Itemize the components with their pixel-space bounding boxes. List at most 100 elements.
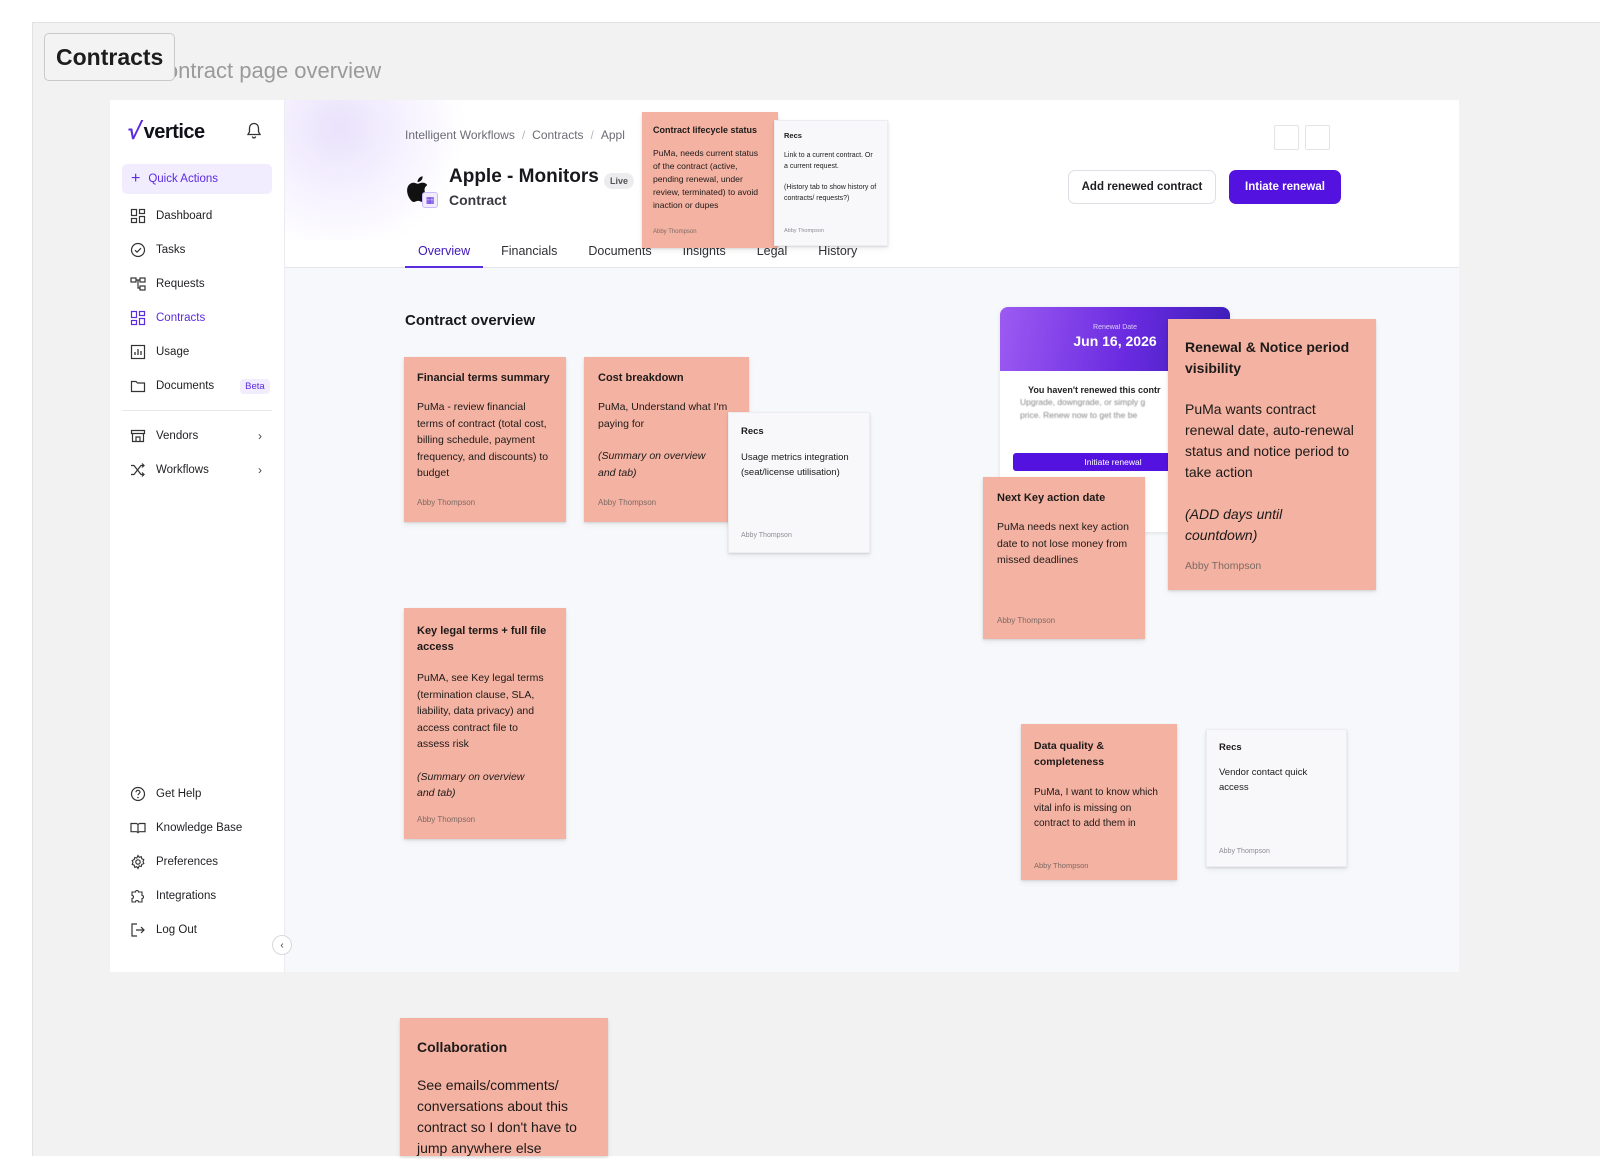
sticky-author: Abby Thompson bbox=[417, 498, 476, 507]
chevron-right-icon: › bbox=[258, 429, 262, 443]
status-badge: Live bbox=[604, 173, 635, 189]
sticky-note-data-quality[interactable]: Data quality & completeness PuMa, I want… bbox=[1021, 724, 1177, 880]
breadcrumb-separator: / bbox=[590, 128, 594, 142]
tab-financials[interactable]: Financials bbox=[488, 236, 570, 268]
sticky-note-lifecycle[interactable]: Contract lifecycle status PuMa, needs cu… bbox=[642, 112, 778, 248]
sidebar-item-workflows[interactable]: Workflows › bbox=[122, 456, 272, 484]
sticky-body: Link to a current contract. Or a current… bbox=[784, 152, 873, 170]
sidebar-item-usage[interactable]: Usage bbox=[122, 338, 272, 366]
sticky-note-italic: (Summary on overview and tab) bbox=[598, 448, 716, 481]
sticky-note-italic: (Summary on overview and tab) bbox=[417, 769, 541, 802]
sidebar-item-knowledge-base[interactable]: Knowledge Base bbox=[122, 814, 272, 842]
sticky-author: Abby Thompson bbox=[1185, 560, 1262, 572]
sidebar-item-get-help[interactable]: Get Help bbox=[122, 780, 272, 808]
sticky-body: See emails/comments/ conversations about… bbox=[417, 1077, 577, 1156]
brand-logo[interactable]: √ vertice bbox=[125, 118, 205, 146]
sticky-body: (History tab to show history of contract… bbox=[784, 184, 877, 202]
header-glow bbox=[285, 100, 465, 240]
sticky-note-recs-lifecycle[interactable]: Recs Link to a current contract. Or a cu… bbox=[774, 120, 888, 246]
plus-icon: + bbox=[131, 170, 141, 187]
sidebar-item-label: Preferences bbox=[156, 856, 219, 868]
sticky-body: PuMa wants contract renewal date, auto-r… bbox=[1185, 401, 1354, 480]
puzzle-icon bbox=[131, 890, 144, 903]
sticky-note-legal-terms[interactable]: Key legal terms + full file access PuMA,… bbox=[404, 608, 566, 839]
sticky-author: Abby Thompson bbox=[598, 498, 657, 507]
sticky-body: Vendor contact quick access bbox=[1219, 767, 1308, 793]
bell-icon[interactable] bbox=[246, 122, 262, 140]
sidebar-item-contracts[interactable]: Contracts bbox=[122, 304, 272, 332]
placeholder-square bbox=[1305, 125, 1330, 150]
sidebar-item-label: Requests bbox=[156, 278, 205, 290]
sidebar-item-label: Vendors bbox=[156, 430, 199, 442]
section-tag[interactable]: Contracts bbox=[44, 33, 176, 81]
sidebar-item-label: Usage bbox=[156, 346, 190, 358]
sidebar-item-integrations[interactable]: Integrations bbox=[122, 882, 272, 910]
collapse-sidebar-button[interactable]: ‹ bbox=[272, 935, 292, 955]
breadcrumb-separator: / bbox=[521, 128, 526, 142]
sidebar-item-label: Workflows bbox=[156, 464, 209, 476]
sticky-note-italic: (ADD days until countdown) bbox=[1185, 504, 1335, 546]
sidebar-item-log-out[interactable]: Log Out bbox=[122, 916, 272, 944]
sticky-note-next-action[interactable]: Next Key action date PuMa needs next key… bbox=[983, 477, 1145, 639]
dashboard-icon bbox=[130, 208, 146, 224]
sidebar-item-requests[interactable]: Requests bbox=[122, 270, 272, 298]
sticky-title: Renewal & Notice period visibility bbox=[1185, 339, 1350, 376]
sticky-title: Collaboration bbox=[417, 1039, 508, 1055]
sticky-note-cost-breakdown[interactable]: Cost breakdown PuMa, Understand what I'm… bbox=[584, 357, 749, 522]
sticky-note-financial-terms[interactable]: Financial terms summary PuMa - review fi… bbox=[404, 357, 566, 522]
sidebar-item-label: Dashboard bbox=[156, 210, 213, 222]
sticky-body: PuMa - review financial terms of contrac… bbox=[417, 401, 549, 479]
sticky-note-collaboration[interactable]: Collaboration See emails/comments/ conve… bbox=[400, 1018, 608, 1156]
sticky-title: Contract lifecycle status bbox=[653, 125, 758, 135]
chevron-left-icon: ‹ bbox=[280, 939, 284, 951]
sticky-title: Key legal terms + full file access bbox=[417, 625, 547, 653]
breadcrumb-item[interactable]: Intelligent Workflows bbox=[405, 128, 515, 142]
sticky-author: Abby Thompson bbox=[784, 228, 824, 234]
sticky-body: PuMa, I want to know which vital info is… bbox=[1034, 787, 1158, 829]
sticky-author: Abby Thompson bbox=[653, 229, 697, 235]
sticky-body: PuMa, Understand what I'm paying for bbox=[598, 401, 728, 430]
sidebar-item-preferences[interactable]: Preferences bbox=[122, 848, 272, 876]
sidebar-item-label: Get Help bbox=[156, 788, 202, 800]
sticky-body: Usage metrics integration (seat/license … bbox=[741, 452, 849, 478]
sticky-note-recs-vendor[interactable]: Recs Vendor contact quick access Abby Th… bbox=[1206, 729, 1347, 867]
contract-title: Apple - Monitors bbox=[449, 166, 599, 187]
sidebar-divider bbox=[122, 410, 272, 411]
check-circle-icon bbox=[130, 242, 146, 258]
sidebar-item-label: Contracts bbox=[156, 312, 206, 324]
tab-overview[interactable]: Overview bbox=[405, 236, 484, 268]
sticky-title: Data quality & completeness bbox=[1034, 740, 1105, 768]
sticky-note-renewal-notice[interactable]: Renewal & Notice period visibility PuMa … bbox=[1168, 319, 1376, 590]
breadcrumb-item[interactable]: Contracts bbox=[532, 128, 583, 142]
quick-actions-label: Quick Actions bbox=[148, 173, 219, 185]
contract-type-label: Contract bbox=[449, 192, 507, 208]
sidebar-item-label: Tasks bbox=[156, 244, 186, 256]
store-icon bbox=[130, 429, 146, 443]
contract-overview-title: Contract overview bbox=[405, 312, 536, 329]
quick-actions-button[interactable]: + Quick Actions bbox=[122, 164, 272, 194]
sticky-title: Financial terms summary bbox=[417, 372, 550, 384]
sticky-title: Recs bbox=[784, 131, 802, 140]
placeholder-square bbox=[1274, 125, 1299, 150]
sticky-author: Abby Thompson bbox=[1219, 848, 1270, 855]
breadcrumb-item[interactable]: Appl bbox=[601, 128, 625, 142]
sidebar-item-vendors[interactable]: Vendors › bbox=[122, 422, 272, 450]
sticky-note-text: (Summary on overview and tab) bbox=[598, 450, 706, 479]
chevron-right-icon: › bbox=[258, 463, 262, 477]
sticky-note-text: (ADD days until countdown) bbox=[1185, 506, 1283, 543]
initiate-renewal-button[interactable]: Intiate renewal bbox=[1229, 170, 1341, 204]
vertice-mark-icon: √ bbox=[125, 118, 144, 145]
sticky-title: Recs bbox=[741, 426, 764, 437]
sticky-title: Cost breakdown bbox=[598, 372, 684, 384]
sidebar-item-label: Documents bbox=[156, 380, 215, 392]
breadcrumb: Intelligent Workflows / Contracts / Appl bbox=[405, 128, 625, 142]
sidebar-item-documents[interactable]: Documents Beta bbox=[122, 372, 272, 400]
sidebar-item-dashboard[interactable]: Dashboard bbox=[122, 202, 272, 230]
sticky-note-recs-usage[interactable]: Recs Usage metrics integration (seat/lic… bbox=[728, 412, 870, 553]
sidebar-item-label: Integrations bbox=[156, 890, 217, 902]
requests-icon bbox=[130, 277, 146, 291]
sidebar-item-tasks[interactable]: Tasks bbox=[122, 236, 272, 264]
sticky-author: Abby Thompson bbox=[997, 616, 1056, 625]
add-renewed-contract-button[interactable]: Add renewed contract bbox=[1068, 170, 1216, 204]
help-icon bbox=[130, 786, 146, 802]
